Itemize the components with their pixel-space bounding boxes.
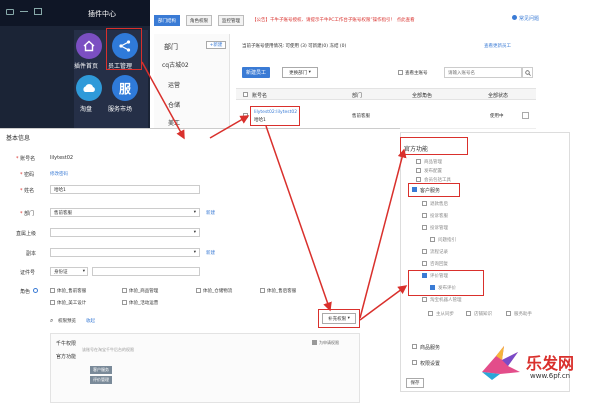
bird-logo-icon [482,346,520,380]
url-watermark: www.6pf.cn [530,372,571,380]
annotation-arrows [141,61,408,321]
arrow-row-to-perm-btn [265,125,332,312]
arrow-staff-to-dept [141,61,185,140]
brand-watermark: 乐发网 [526,354,575,373]
arrow-dept-to-row [209,115,250,139]
